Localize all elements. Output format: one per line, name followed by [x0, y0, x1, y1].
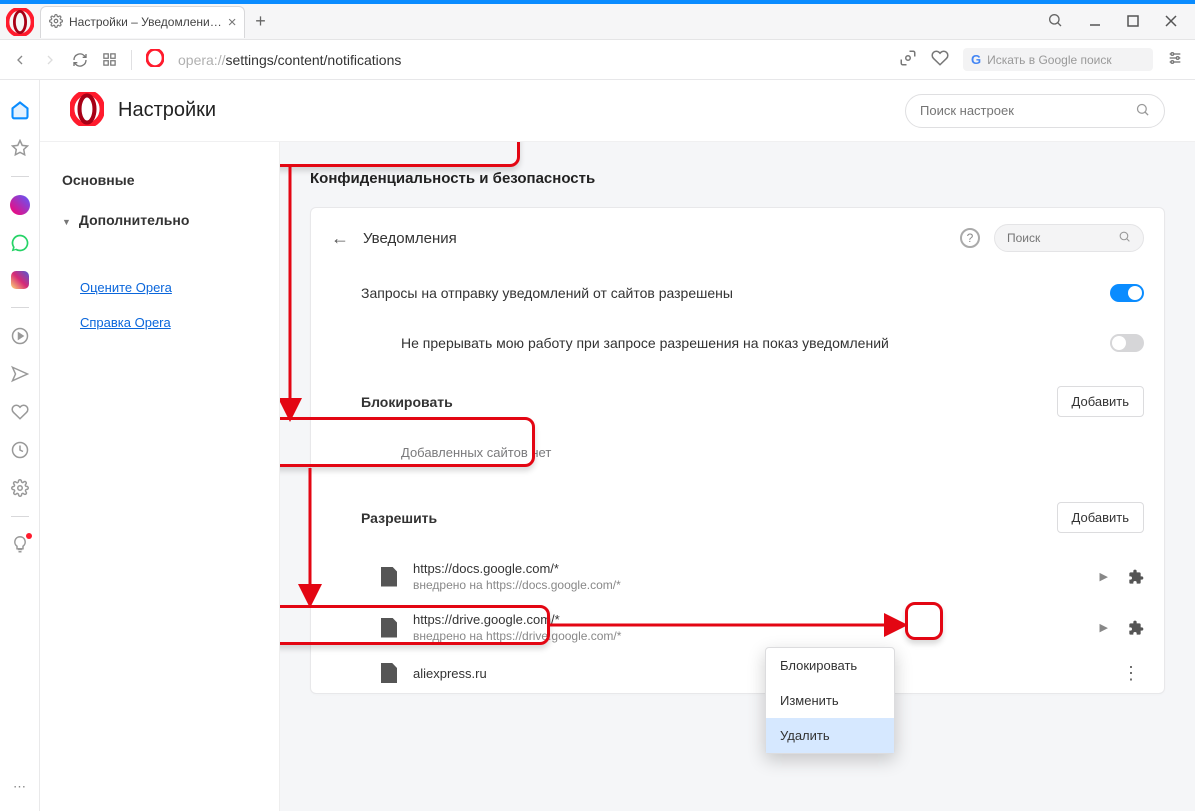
new-tab-button[interactable]: + [245, 11, 275, 32]
site-url: https://docs.google.com/* [413, 561, 621, 576]
more-icon[interactable]: ⋯ [10, 777, 30, 797]
main-content: Конфиденциальность и безопасность ← Увед… [280, 80, 1195, 811]
close-window-button[interactable] [1165, 14, 1177, 30]
opera-logo-icon [6, 8, 34, 36]
site-url: https://drive.google.com/* [413, 612, 621, 627]
speed-dial-button[interactable] [102, 52, 117, 67]
nav-back-button[interactable] [12, 52, 28, 68]
settings-search-field[interactable] [920, 103, 1127, 118]
expand-icon[interactable]: ▶ [1100, 621, 1108, 634]
settings-sidenav: Основные Дополнительно Оцените Opera Спр… [40, 80, 280, 811]
close-tab-button[interactable]: × [228, 14, 237, 31]
star-icon[interactable] [10, 138, 30, 158]
file-icon [381, 567, 397, 587]
google-icon: G [971, 52, 981, 67]
sidenav-advanced[interactable]: Дополнительно [62, 200, 257, 240]
send-icon[interactable] [10, 364, 30, 384]
notifications-card: ← Уведомления ? Запросы на отправку увед… [310, 207, 1165, 694]
whatsapp-icon[interactable] [10, 233, 30, 253]
ctx-block[interactable]: Блокировать [766, 648, 894, 683]
url-path: settings/content/notifications [225, 52, 401, 68]
nav-forward-button[interactable] [42, 52, 58, 68]
browser-tab[interactable]: Настройки – Уведомлени… × [40, 6, 245, 38]
history-icon[interactable] [10, 440, 30, 460]
allow-section-title: Разрешить [361, 510, 437, 526]
site-row: https://drive.google.com/* внедрено на h… [311, 602, 1164, 653]
gear-icon [49, 14, 63, 31]
back-arrow-button[interactable]: ← [331, 228, 349, 249]
page-title: Настройки [118, 99, 216, 122]
site-row: aliexpress.ru ⋮ [311, 653, 1164, 693]
extension-icon[interactable] [1128, 569, 1144, 585]
settings-search-input[interactable] [905, 94, 1165, 128]
search-icon [1135, 102, 1150, 120]
section-title: Конфиденциальность и безопасность [310, 170, 1165, 187]
opera-logo-icon [70, 92, 104, 129]
file-icon [381, 663, 397, 683]
sidenav-main[interactable]: Основные [62, 160, 257, 200]
minimize-button[interactable] [1089, 14, 1101, 30]
site-menu-button[interactable]: ⋮ [1118, 664, 1144, 682]
sidenav-rate-link[interactable]: Оцените Opera [62, 270, 257, 305]
google-search-field[interactable]: G Искать в Google поиск [963, 48, 1153, 71]
home-icon[interactable] [10, 100, 30, 120]
site-sub: внедрено на https://docs.google.com/* [413, 578, 621, 592]
settings-header: Настройки [40, 80, 1195, 142]
ctx-delete[interactable]: Удалить [766, 718, 894, 753]
opera-url-icon [146, 49, 164, 70]
google-search-placeholder: Искать в Google поиск [987, 53, 1112, 67]
add-block-button[interactable]: Добавить [1057, 386, 1144, 417]
block-empty-text: Добавленных сайтов нет [311, 435, 1164, 484]
easy-setup-icon[interactable] [1167, 50, 1183, 69]
sidenav-help-link[interactable]: Справка Opera [62, 305, 257, 340]
card-title: Уведомления [363, 230, 457, 247]
tab-bar: Настройки – Уведомлени… × + [0, 4, 1195, 40]
toggle-quiet-mode[interactable] [1110, 334, 1144, 352]
setting-allow-requests: Запросы на отправку уведомлений от сайто… [361, 285, 733, 301]
site-row: https://docs.google.com/* внедрено на ht… [311, 551, 1164, 602]
search-icon [1118, 230, 1131, 246]
toggle-allow-requests[interactable] [1110, 284, 1144, 302]
add-allow-button[interactable]: Добавить [1057, 502, 1144, 533]
heart-rail-icon[interactable] [10, 402, 30, 422]
help-icon[interactable]: ? [960, 228, 980, 248]
maximize-button[interactable] [1127, 14, 1139, 30]
url-prefix: opera:// [178, 52, 225, 68]
settings-gear-icon[interactable] [10, 478, 30, 498]
expand-icon[interactable]: ▶ [1100, 570, 1108, 583]
tab-title: Настройки – Уведомлени… [69, 15, 222, 29]
messenger-icon[interactable] [10, 195, 30, 215]
snapshot-icon[interactable] [899, 49, 917, 70]
block-section-title: Блокировать [361, 394, 453, 410]
setting-quiet-mode: Не прерывать мою работу при запросе разр… [401, 335, 889, 351]
play-icon[interactable] [10, 326, 30, 346]
search-icon[interactable] [1047, 12, 1063, 31]
site-search-field[interactable] [1007, 231, 1110, 245]
opera-menu-button[interactable] [0, 8, 40, 36]
site-sub: внедрено на https://drive.google.com/* [413, 629, 621, 643]
heart-icon[interactable] [931, 49, 949, 70]
ctx-delete-label: Удалить [780, 728, 830, 743]
site-url: aliexpress.ru [413, 666, 487, 681]
ctx-edit[interactable]: Изменить [766, 683, 894, 718]
url-field[interactable]: opera://settings/content/notifications [178, 52, 885, 68]
context-menu: Блокировать Изменить Удалить [765, 647, 895, 754]
bulb-icon[interactable] [10, 535, 30, 555]
reload-button[interactable] [72, 52, 88, 68]
instagram-icon[interactable] [11, 271, 29, 289]
address-bar: opera://settings/content/notifications G… [0, 40, 1195, 80]
left-sidebar-rail: ⋯ [0, 80, 40, 811]
extension-icon[interactable] [1128, 620, 1144, 636]
site-search-input[interactable] [994, 224, 1144, 252]
file-icon [381, 618, 397, 638]
